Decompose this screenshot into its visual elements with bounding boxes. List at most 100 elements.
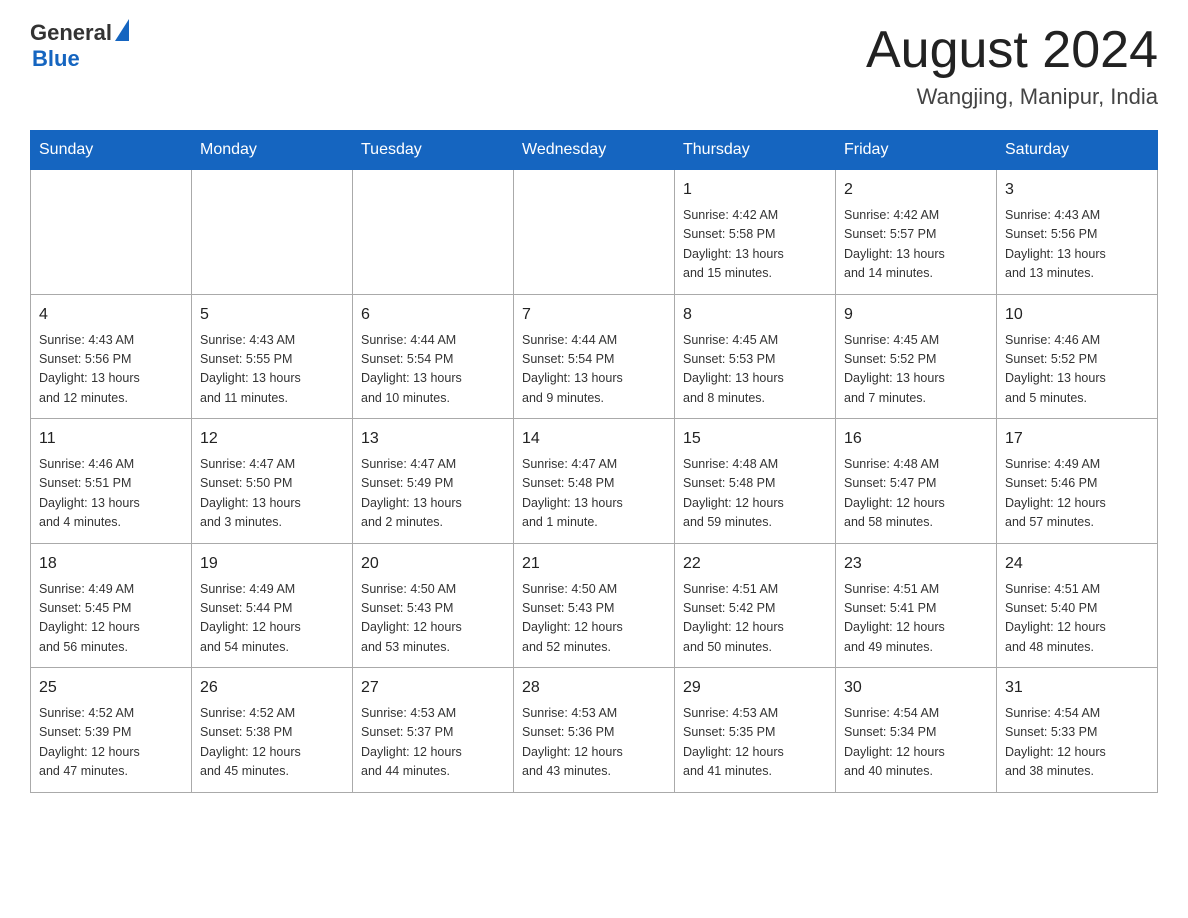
calendar-cell: 10 Sunrise: 4:46 AMSunset: 5:52 PMDayligh… xyxy=(997,294,1158,419)
logo-text-general: General xyxy=(30,20,112,46)
day-number: 31 xyxy=(1005,676,1149,700)
calendar-table: Sunday Monday Tuesday Wednesday Thursday… xyxy=(30,130,1158,793)
day-number: 21 xyxy=(522,552,666,576)
day-info: Sunrise: 4:54 AMSunset: 5:33 PMDaylight:… xyxy=(1005,704,1149,782)
calendar-cell: 18Sunrise: 4:49 AMSunset: 5:45 PMDayligh… xyxy=(31,543,192,668)
calendar-cell: 6 Sunrise: 4:44 AMSunset: 5:54 PMDaylight… xyxy=(353,294,514,419)
day-number: 8 xyxy=(683,303,827,327)
header-wednesday: Wednesday xyxy=(514,131,675,170)
header-saturday: Saturday xyxy=(997,131,1158,170)
calendar-cell: 7 Sunrise: 4:44 AMSunset: 5:54 PMDaylight… xyxy=(514,294,675,419)
calendar-cell: 21Sunrise: 4:50 AMSunset: 5:43 PMDayligh… xyxy=(514,543,675,668)
day-number: 28 xyxy=(522,676,666,700)
day-info: Sunrise: 4:50 AMSunset: 5:43 PMDaylight:… xyxy=(361,580,505,658)
day-info: Sunrise: 4:49 AMSunset: 5:44 PMDaylight:… xyxy=(200,580,344,658)
calendar-week-row-4: 18Sunrise: 4:49 AMSunset: 5:45 PMDayligh… xyxy=(31,543,1158,668)
day-number: 26 xyxy=(200,676,344,700)
day-info: Sunrise: 4:47 AMSunset: 5:48 PMDaylight:… xyxy=(522,455,666,533)
day-number: 4 xyxy=(39,303,183,327)
day-number: 6 xyxy=(361,303,505,327)
header-tuesday: Tuesday xyxy=(353,131,514,170)
day-number: 10 xyxy=(1005,303,1149,327)
day-info: Sunrise: 4:45 AMSunset: 5:53 PMDaylight:… xyxy=(683,331,827,409)
calendar-cell: 4Sunrise: 4:43 AMSunset: 5:56 PMDaylight… xyxy=(31,294,192,419)
day-number: 5 xyxy=(200,303,344,327)
day-number: 23 xyxy=(844,552,988,576)
day-number: 15 xyxy=(683,427,827,451)
day-number: 27 xyxy=(361,676,505,700)
day-number: 13 xyxy=(361,427,505,451)
calendar-cell: 16 Sunrise: 4:48 AMSunset: 5:47 PMDayligh… xyxy=(836,419,997,544)
calendar-cell: 24 Sunrise: 4:51 AMSunset: 5:40 PMDayligh… xyxy=(997,543,1158,668)
calendar-cell: 11 Sunrise: 4:46 AMSunset: 5:51 PMDayligh… xyxy=(31,419,192,544)
calendar-cell: 23 Sunrise: 4:51 AMSunset: 5:41 PMDayligh… xyxy=(836,543,997,668)
day-number: 22 xyxy=(683,552,827,576)
calendar-cell: 1Sunrise: 4:42 AMSunset: 5:58 PMDaylight… xyxy=(675,170,836,295)
day-info: Sunrise: 4:46 AMSunset: 5:52 PMDaylight:… xyxy=(1005,331,1149,409)
calendar-cell: 17Sunrise: 4:49 AMSunset: 5:46 PMDayligh… xyxy=(997,419,1158,544)
day-info: Sunrise: 4:49 AMSunset: 5:46 PMDaylight:… xyxy=(1005,455,1149,533)
day-info: Sunrise: 4:52 AMSunset: 5:39 PMDaylight:… xyxy=(39,704,183,782)
calendar-cell: 13 Sunrise: 4:47 AMSunset: 5:49 PMDayligh… xyxy=(353,419,514,544)
day-number: 3 xyxy=(1005,178,1149,202)
header-thursday: Thursday xyxy=(675,131,836,170)
calendar-cell: 8 Sunrise: 4:45 AMSunset: 5:53 PMDaylight… xyxy=(675,294,836,419)
calendar-cell: 30Sunrise: 4:54 AMSunset: 5:34 PMDayligh… xyxy=(836,668,997,793)
day-info: Sunrise: 4:53 AMSunset: 5:35 PMDaylight:… xyxy=(683,704,827,782)
calendar-cell: 25 Sunrise: 4:52 AMSunset: 5:39 PMDayligh… xyxy=(31,668,192,793)
day-info: Sunrise: 4:43 AMSunset: 5:56 PMDaylight:… xyxy=(1005,206,1149,284)
calendar-cell xyxy=(192,170,353,295)
calendar-cell: 15 Sunrise: 4:48 AMSunset: 5:48 PMDayligh… xyxy=(675,419,836,544)
day-info: Sunrise: 4:46 AMSunset: 5:51 PMDaylight:… xyxy=(39,455,183,533)
calendar-cell xyxy=(31,170,192,295)
calendar-cell: 28 Sunrise: 4:53 AMSunset: 5:36 PMDayligh… xyxy=(514,668,675,793)
logo-text-blue: Blue xyxy=(32,46,129,72)
day-info: Sunrise: 4:48 AMSunset: 5:47 PMDaylight:… xyxy=(844,455,988,533)
header-sunday: Sunday xyxy=(31,131,192,170)
title-block: August 2024 Wangjing, Manipur, India xyxy=(866,20,1158,110)
calendar-week-row-5: 25 Sunrise: 4:52 AMSunset: 5:39 PMDayligh… xyxy=(31,668,1158,793)
day-number: 19 xyxy=(200,552,344,576)
header-monday: Monday xyxy=(192,131,353,170)
day-number: 30 xyxy=(844,676,988,700)
day-number: 1 xyxy=(683,178,827,202)
calendar-header-row: Sunday Monday Tuesday Wednesday Thursday… xyxy=(31,131,1158,170)
logo-triangle-icon xyxy=(115,19,129,41)
day-number: 2 xyxy=(844,178,988,202)
day-info: Sunrise: 4:47 AMSunset: 5:50 PMDaylight:… xyxy=(200,455,344,533)
calendar-cell: 27Sunrise: 4:53 AMSunset: 5:37 PMDayligh… xyxy=(353,668,514,793)
day-number: 11 xyxy=(39,427,183,451)
calendar-cell: 19 Sunrise: 4:49 AMSunset: 5:44 PMDayligh… xyxy=(192,543,353,668)
day-number: 12 xyxy=(200,427,344,451)
calendar-cell: 29 Sunrise: 4:53 AMSunset: 5:35 PMDayligh… xyxy=(675,668,836,793)
day-number: 7 xyxy=(522,303,666,327)
day-info: Sunrise: 4:44 AMSunset: 5:54 PMDaylight:… xyxy=(522,331,666,409)
calendar-cell: 2Sunrise: 4:42 AMSunset: 5:57 PMDaylight… xyxy=(836,170,997,295)
calendar-cell: 5 Sunrise: 4:43 AMSunset: 5:55 PMDaylight… xyxy=(192,294,353,419)
day-info: Sunrise: 4:51 AMSunset: 5:41 PMDaylight:… xyxy=(844,580,988,658)
location-title: Wangjing, Manipur, India xyxy=(866,84,1158,110)
day-number: 20 xyxy=(361,552,505,576)
day-info: Sunrise: 4:48 AMSunset: 5:48 PMDaylight:… xyxy=(683,455,827,533)
day-info: Sunrise: 4:51 AMSunset: 5:40 PMDaylight:… xyxy=(1005,580,1149,658)
day-number: 29 xyxy=(683,676,827,700)
day-info: Sunrise: 4:44 AMSunset: 5:54 PMDaylight:… xyxy=(361,331,505,409)
day-info: Sunrise: 4:45 AMSunset: 5:52 PMDaylight:… xyxy=(844,331,988,409)
day-info: Sunrise: 4:53 AMSunset: 5:36 PMDaylight:… xyxy=(522,704,666,782)
day-number: 16 xyxy=(844,427,988,451)
calendar-cell: 31 Sunrise: 4:54 AMSunset: 5:33 PMDayligh… xyxy=(997,668,1158,793)
calendar-cell: 22 Sunrise: 4:51 AMSunset: 5:42 PMDayligh… xyxy=(675,543,836,668)
day-number: 14 xyxy=(522,427,666,451)
day-info: Sunrise: 4:47 AMSunset: 5:49 PMDaylight:… xyxy=(361,455,505,533)
calendar-week-row-2: 4Sunrise: 4:43 AMSunset: 5:56 PMDaylight… xyxy=(31,294,1158,419)
calendar-cell xyxy=(353,170,514,295)
day-number: 25 xyxy=(39,676,183,700)
day-info: Sunrise: 4:43 AMSunset: 5:55 PMDaylight:… xyxy=(200,331,344,409)
day-info: Sunrise: 4:51 AMSunset: 5:42 PMDaylight:… xyxy=(683,580,827,658)
header-friday: Friday xyxy=(836,131,997,170)
day-number: 9 xyxy=(844,303,988,327)
calendar-cell: 12 Sunrise: 4:47 AMSunset: 5:50 PMDayligh… xyxy=(192,419,353,544)
day-number: 24 xyxy=(1005,552,1149,576)
page-header: General Blue August 2024 Wangjing, Manip… xyxy=(30,20,1158,110)
day-number: 18 xyxy=(39,552,183,576)
